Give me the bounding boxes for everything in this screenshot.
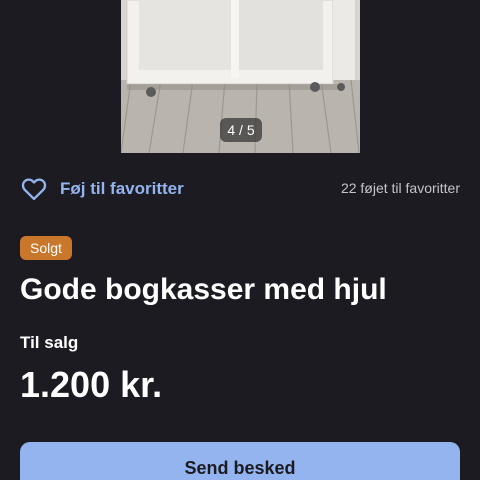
status-badge: Solgt xyxy=(20,236,72,260)
listing-title: Gode bogkasser med hjul xyxy=(20,273,387,306)
favorite-label: Føj til favoritter xyxy=(60,179,184,198)
image-gallery[interactable]: 4 / 5 xyxy=(0,0,480,153)
send-message-button[interactable]: Send besked xyxy=(20,442,460,480)
favorite-count: 22 føjet til favoritter xyxy=(340,180,460,196)
favorite-row: Føj til favoritter 22 føjet til favoritt… xyxy=(20,172,460,206)
sale-type-label: Til salg xyxy=(20,333,79,352)
favorite-button[interactable]: Føj til favoritter xyxy=(20,172,184,206)
image-counter: 4 / 5 xyxy=(220,118,262,142)
heart-outline-icon xyxy=(21,178,47,201)
price: 1.200 kr. xyxy=(20,364,163,405)
